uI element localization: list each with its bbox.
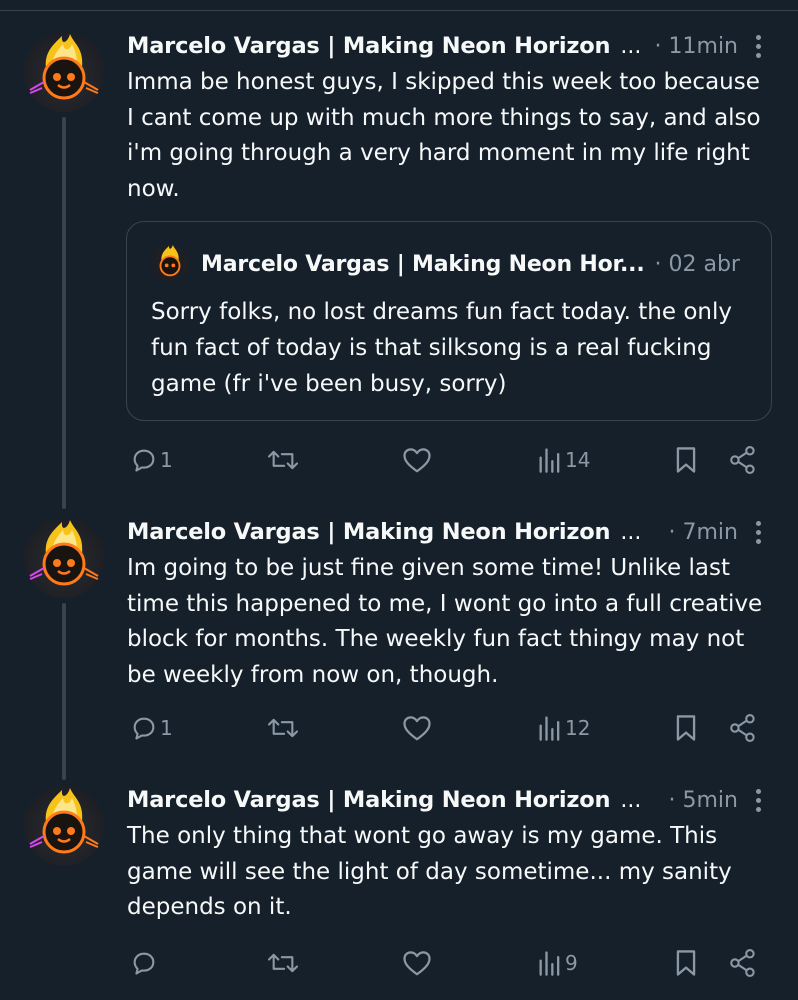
text-line: now. [127, 175, 180, 202]
share-nodes-icon [730, 949, 755, 977]
tweet-text: The only thing that wont go away is my g… [127, 819, 776, 926]
flame-mascot-avatar-image [159, 244, 181, 277]
like-button[interactable] [402, 708, 432, 748]
text-line: time this happened to me, I wont go into… [127, 590, 763, 617]
more-options-icon[interactable] [748, 514, 768, 550]
tweet-header: Marcelo Vargas | Making Neon Horizon ...… [127, 28, 768, 64]
quote-text: Sorry folks, no lost dreams fun fact tod… [151, 294, 755, 402]
share-nodes-icon [730, 446, 755, 474]
text-line: game (fr i've been busy, sorry) [151, 371, 507, 397]
reply-button[interactable]: 1 [130, 708, 173, 748]
retweet-button[interactable] [266, 943, 300, 983]
heart-icon [403, 716, 431, 741]
tweet[interactable]: Marcelo Vargas | Making Neon Horizon ...… [0, 782, 798, 1000]
author-name[interactable]: Marcelo Vargas | Making Neon Horizon [127, 519, 611, 545]
text-line: Sorry folks, no lost dreams fun fact tod… [151, 299, 732, 325]
text-line: block for months. The weekly fun fact th… [127, 626, 745, 652]
tweet-header: Marcelo Vargas | Making Neon Horizon ...… [127, 514, 768, 550]
text-line: The only thing that wont go away is my g… [127, 823, 718, 849]
share-button[interactable] [728, 440, 758, 480]
text-line: I cant come up with much more things to … [127, 104, 761, 131]
author-name[interactable]: Marcelo Vargas | Making Neon Horizon [127, 787, 611, 813]
bookmark-button[interactable] [674, 943, 698, 983]
action-bar: 1 14 [0, 440, 798, 480]
flame-mascot-avatar-image [27, 34, 101, 100]
text-line: Imma be honest guys, I skipped this week… [127, 69, 760, 95]
quoted-tweet[interactable]: Marcelo Vargas | Making Neon Hor... · 02… [126, 221, 772, 421]
bar-chart-icon [539, 448, 560, 473]
views-button[interactable]: 9 [537, 943, 578, 983]
bar-chart-icon [539, 951, 560, 976]
speech-bubble-icon [133, 717, 155, 740]
bar-chart-icon [539, 716, 560, 741]
quote-author-name: Marcelo Vargas | Making Neon Hor... [201, 251, 645, 277]
bookmark-button[interactable] [674, 708, 698, 748]
avatar[interactable] [24, 32, 104, 112]
bookmark-icon [676, 950, 696, 976]
view-count: 12 [565, 716, 591, 740]
retweet-button[interactable] [266, 708, 300, 748]
tweet-header: Marcelo Vargas | Making Neon Horizon ...… [127, 782, 768, 818]
share-nodes-icon [730, 714, 755, 742]
bookmark-icon [676, 447, 696, 473]
name-ellipsis: ... [620, 33, 642, 59]
speech-bubble-icon [133, 449, 155, 472]
action-bar: 1 12 [0, 708, 798, 748]
flame-mascot-avatar-image [27, 520, 101, 586]
view-count: 14 [565, 448, 591, 472]
heart-icon [403, 951, 431, 976]
retweet-button[interactable] [266, 440, 300, 480]
reply-button[interactable] [130, 943, 160, 983]
share-button[interactable] [728, 708, 758, 748]
bookmark-icon [676, 715, 696, 741]
top-divider [0, 10, 798, 11]
text-line: i'm going through a very hard moment in … [127, 140, 750, 166]
tweet-text: Imma be honest guys, I skipped this week… [127, 65, 776, 207]
timestamp[interactable]: · 7min [669, 520, 738, 545]
tweet-text: Im going to be just fine given some time… [127, 551, 776, 693]
reply-count: 1 [160, 448, 173, 472]
quote-avatar [151, 244, 189, 282]
text-line: be weekly from now on, though. [127, 661, 499, 688]
text-line: Im going to be just fine given some time… [127, 555, 731, 581]
views-button[interactable]: 12 [537, 708, 590, 748]
quote-header: Marcelo Vargas | Making Neon Hor... · 02… [201, 246, 751, 282]
reply-button[interactable]: 1 [130, 440, 173, 480]
quote-timestamp: · 02 abr [654, 251, 740, 277]
author-name[interactable]: Marcelo Vargas | Making Neon Horizon [127, 33, 611, 59]
avatar[interactable] [24, 518, 104, 598]
text-line: depends on it. [127, 894, 292, 920]
timestamp[interactable]: · 11min [655, 34, 738, 59]
tweet[interactable]: Marcelo Vargas | Making Neon Horizon ...… [0, 28, 798, 498]
text-line: game will see the light of day sometime.… [127, 858, 732, 885]
bookmark-button[interactable] [674, 440, 698, 480]
share-button[interactable] [728, 943, 758, 983]
like-button[interactable] [402, 440, 432, 480]
flame-mascot-avatar-image [27, 788, 101, 854]
more-options-icon[interactable] [748, 782, 768, 818]
text-line: fun fact of today is that silksong is a … [151, 335, 712, 361]
avatar[interactable] [24, 786, 104, 866]
heart-icon [403, 448, 431, 473]
timestamp[interactable]: · 5min [669, 788, 738, 813]
action-bar: 9 [0, 943, 798, 983]
more-options-icon[interactable] [748, 28, 768, 64]
retweet-arrows-icon [267, 450, 299, 470]
views-button[interactable]: 14 [537, 440, 590, 480]
tweet[interactable]: Marcelo Vargas | Making Neon Horizon ...… [0, 514, 798, 764]
name-ellipsis: ... [620, 787, 642, 813]
name-ellipsis: ... [620, 519, 642, 545]
view-count: 9 [565, 951, 578, 975]
retweet-arrows-icon [267, 718, 299, 738]
like-button[interactable] [402, 943, 432, 983]
retweet-arrows-icon [267, 953, 299, 973]
reply-count: 1 [160, 716, 173, 740]
speech-bubble-icon [133, 952, 155, 975]
